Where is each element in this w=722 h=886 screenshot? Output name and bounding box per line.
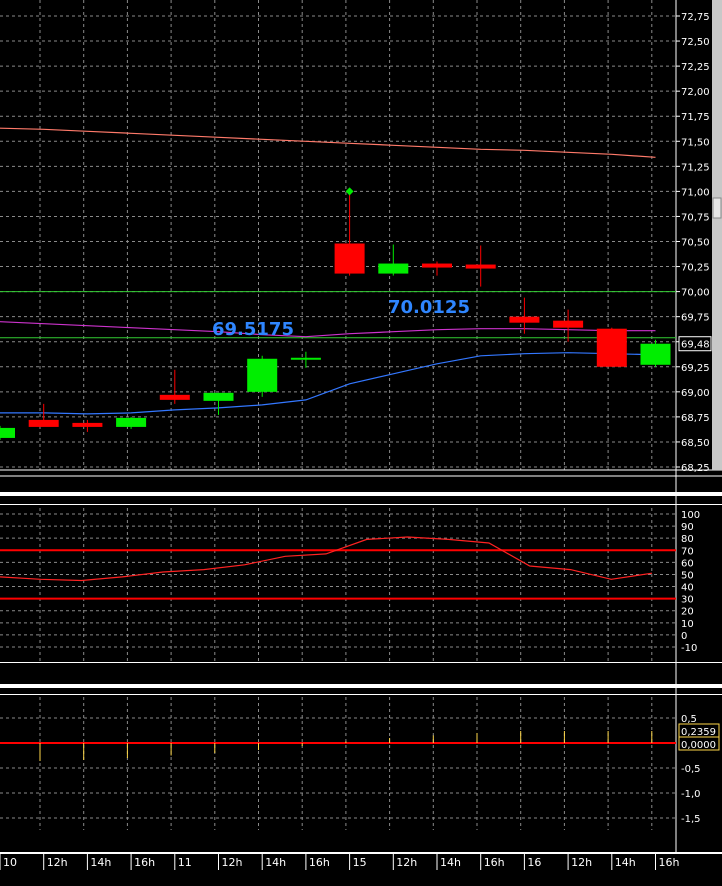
price-tick-label: 72,50 [681, 37, 710, 48]
price-tick-label: 71,00 [681, 187, 710, 198]
price-tick-label: 70,75 [681, 212, 710, 223]
price-annotation: 69.5175 [212, 319, 294, 340]
panel-separator [0, 504, 722, 505]
panel-separator [0, 492, 722, 496]
candle-body [640, 343, 671, 365]
scrollbar-thumb [712, 197, 722, 219]
candle [640, 339, 671, 367]
candle-body [28, 419, 59, 427]
price-tick-label: 70,00 [681, 288, 710, 299]
rsi-tick-label: 20 [681, 607, 694, 618]
price-annotation: 70.0125 [388, 297, 470, 318]
time-axis-label: 15 [353, 856, 367, 869]
value-tag: 0,0000 [681, 740, 716, 751]
candle-body [72, 422, 103, 427]
time-axis-label: 12h [396, 856, 417, 869]
rsi-tick-label: 70 [681, 546, 694, 557]
candle-body [290, 357, 321, 360]
price-tick-label: 68,50 [681, 438, 710, 449]
price-tick-label: 70,50 [681, 238, 710, 249]
time-axis-label: 16h [659, 856, 680, 869]
price-tick-label: 69,00 [681, 388, 710, 399]
rsi-tick-label: 100 [681, 510, 700, 521]
candle-body [159, 394, 190, 400]
hist-tick-label: -1,0 [681, 789, 701, 800]
candle-body [422, 263, 452, 268]
rsi-tick-label: 90 [681, 522, 694, 533]
rsi-tick-label: 30 [681, 595, 694, 606]
rsi-tick-label: 10 [681, 619, 694, 630]
price-tick-label: 72,75 [681, 12, 710, 23]
price-tick-label: 70,25 [681, 263, 710, 274]
rsi-tick-label: 40 [681, 583, 694, 594]
price-tag-label: 69,48 [681, 340, 710, 351]
candle-body [203, 392, 234, 401]
price-tick-label: 68,25 [681, 463, 710, 474]
price-tick-label: 69,25 [681, 363, 710, 374]
time-axis-label: 14h [265, 856, 286, 869]
price-tick-label: 71,75 [681, 112, 710, 123]
candle [0, 425, 15, 440]
candle-body [553, 320, 584, 328]
hist-tick-label: -1,5 [681, 814, 701, 825]
price-tick-label: 72,00 [681, 87, 710, 98]
candle-body [247, 358, 278, 392]
panel-separator [0, 662, 722, 663]
time-axis-label: 12h [222, 856, 243, 869]
candle-body [378, 263, 409, 274]
panel-separator [0, 469, 722, 477]
time-axis-label: 16 [527, 856, 541, 869]
candle-body [465, 264, 496, 269]
candle-body [0, 427, 15, 438]
price-tick-label: 71,50 [681, 137, 710, 148]
candle [247, 355, 278, 397]
candle [596, 327, 627, 367]
candle-body [116, 417, 147, 427]
time-axis-label: 16h [134, 856, 155, 869]
value-tag: 0,2359 [681, 727, 716, 738]
vertical-scrollbar [712, 0, 722, 470]
price-tick-label: 68,75 [681, 413, 710, 424]
rsi-tick-label: -10 [681, 643, 697, 654]
time-axis-label: 16h [309, 856, 330, 869]
hist-tick-label: 0,5 [681, 714, 697, 725]
time-axis-border [0, 852, 722, 854]
time-axis-label: 11 [178, 856, 192, 869]
time-axis-label: 10 [3, 856, 17, 869]
time-axis-label: 12h [571, 856, 592, 869]
candle-body [334, 243, 365, 274]
price-tick-label: 69,75 [681, 313, 710, 324]
price-tick-label: 71,25 [681, 162, 710, 173]
trading-chart: 72,75 72,50 72,25 72,00 71,75 71,50 71,25 71,00… [0, 0, 722, 882]
time-axis-label: 14h [440, 856, 461, 869]
price-tick-label: 72,25 [681, 62, 710, 73]
chart-canvas: 72,75 72,50 72,25 72,00 71,75 71,50 71,25 71,00… [0, 0, 722, 882]
time-axis-label: 16h [484, 856, 505, 869]
rsi-tick-label: 80 [681, 534, 694, 545]
candle-body [596, 328, 627, 367]
candle-body [509, 316, 540, 323]
panel-separator [0, 694, 722, 695]
hist-tick-label: -0,5 [681, 764, 701, 775]
time-axis-label: 12h [47, 856, 68, 869]
panel-separator [0, 684, 722, 688]
rsi-tick-label: 0 [681, 631, 687, 642]
time-axis-label: 14h [90, 856, 111, 869]
rsi-tick-label: 60 [681, 558, 694, 569]
time-axis-label: 14h [615, 856, 636, 869]
rsi-tick-label: 50 [681, 570, 694, 581]
